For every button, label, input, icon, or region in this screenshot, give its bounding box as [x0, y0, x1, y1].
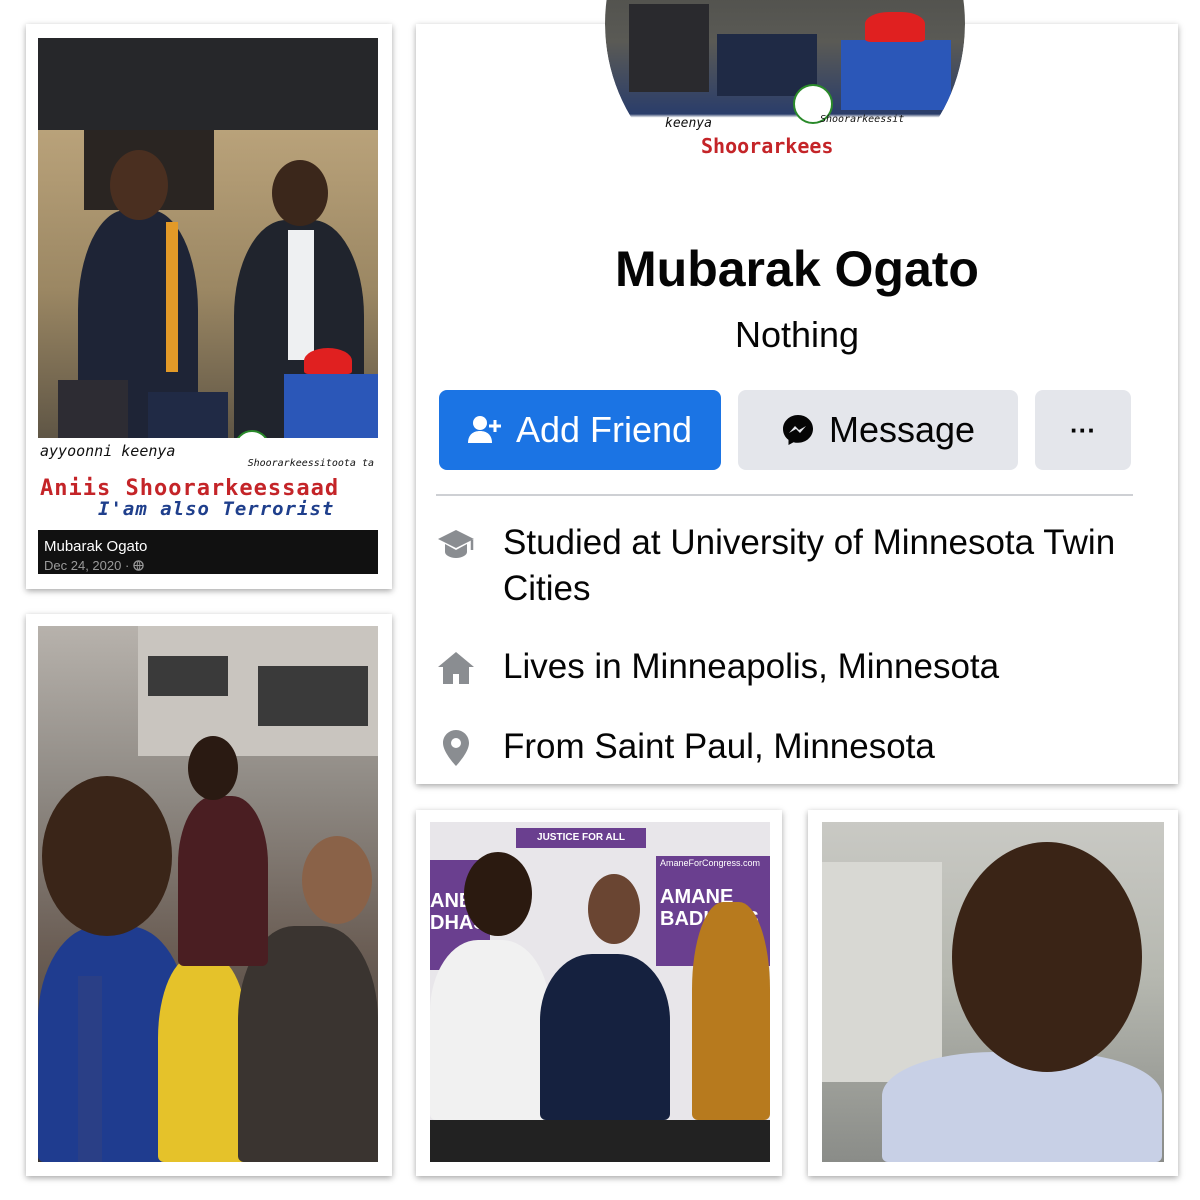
post-caption: Mubarak Ogato Dec 24, 2020 · — [38, 530, 378, 574]
person-back-head — [188, 736, 238, 800]
visibility-separator: · — [124, 558, 130, 573]
banner-line-3: I'am also Terrorist — [98, 498, 335, 520]
post-author-name[interactable]: Mubarak Ogato — [44, 538, 147, 555]
message-label: Message — [828, 409, 976, 450]
add-friend-icon — [467, 415, 502, 445]
post-date[interactable]: Dec 24, 2020 — [44, 558, 121, 573]
more-options-icon: ··· — [1070, 414, 1096, 445]
avatar-text-small: keenya — [665, 116, 712, 131]
profile-name: Mubarak Ogato — [615, 241, 979, 297]
campaign-photo: JUSTICE FOR ALL ANE DHAS AMANE BADHASS A… — [430, 822, 770, 1162]
woman-mustard-hijab — [692, 902, 770, 1120]
selfie-tie — [78, 976, 102, 1162]
post-photo[interactable]: ayyoonni keenya Shoorarkeessitoota ta An… — [38, 38, 378, 574]
divider — [436, 494, 1133, 496]
justice-sign: JUSTICE FOR ALL — [516, 828, 646, 848]
banner-line-1-small: Shoorarkeessitoota ta — [247, 458, 374, 469]
ceiling-panel — [148, 656, 228, 696]
person-yellow-dress — [158, 956, 248, 1162]
profile-card-tile: keenya Shoorarkeessit Shoorarkees Mubara… — [416, 0, 1178, 784]
selfie-photo-tile — [26, 614, 392, 1176]
banner-line-1: ayyoonni keenya — [40, 442, 176, 460]
video-still-tile — [808, 810, 1178, 1176]
person-face — [952, 842, 1142, 1072]
photo-bottom-bar — [430, 1120, 770, 1162]
woman-navy-blazer — [540, 954, 670, 1120]
man-head — [464, 852, 532, 936]
globe-icon — [133, 560, 144, 571]
white-shirt — [288, 230, 314, 360]
add-friend-button[interactable]: Add Friend — [439, 390, 721, 470]
info-current-city-link[interactable]: Minneapolis, Minnesota — [631, 647, 999, 686]
location-pin-icon — [436, 728, 476, 768]
campaign-photo-tile: JUSTICE FOR ALL ANE DHAS AMANE BADHASS A… — [416, 810, 782, 1176]
person-left-head — [110, 150, 168, 220]
info-hometown-prefix: From — [503, 727, 595, 766]
ceiling-panel-2 — [258, 666, 368, 726]
messenger-icon — [781, 413, 815, 447]
site-small: AmaneForCongress.com — [660, 858, 761, 868]
photo-banner: ayyoonni keenya Shoorarkeessitoota ta An… — [38, 438, 378, 530]
info-hometown-link[interactable]: Saint Paul, Minnesota — [594, 727, 934, 766]
red-hat — [304, 348, 352, 374]
post-photo-tile: ayyoonni keenya Shoorarkeessitoota ta An… — [26, 24, 392, 589]
selfie-photo — [38, 626, 378, 1162]
add-friend-label: Add Friend — [515, 409, 693, 450]
selfie-person-head — [42, 776, 172, 936]
info-education-prefix: Studied at — [503, 523, 671, 562]
orange-tie — [166, 222, 178, 372]
avatar-red-hat — [865, 12, 925, 42]
video-still-photo — [822, 822, 1164, 1162]
avatar-image: keenya Shoorarkeessit Shoorarkees — [605, 0, 965, 204]
post-date-line: Dec 24, 2020 · — [44, 558, 144, 573]
home-icon — [436, 648, 476, 688]
window-blinds — [822, 862, 942, 1082]
person-right-head — [302, 836, 372, 924]
message-button[interactable]: Message — [738, 390, 1018, 470]
avatar-text-large: Shoorarkees — [701, 134, 834, 158]
person-right-head — [272, 160, 328, 226]
more-options-button[interactable]: ··· — [1035, 390, 1131, 470]
avatar-inset-3 — [841, 40, 951, 110]
person-back-suit — [178, 796, 268, 966]
man-white-jacket — [430, 940, 550, 1120]
person-checked-shirt — [882, 1052, 1162, 1162]
graduation-cap-icon — [436, 524, 476, 564]
photo-top-bar — [38, 38, 378, 130]
avatar-text-small-2: Shoorarkeessit — [820, 114, 905, 125]
profile-avatar[interactable]: keenya Shoorarkeessit Shoorarkees — [605, 0, 965, 204]
profile-bio: Nothing — [734, 314, 860, 355]
info-current-city-prefix: Lives in — [503, 647, 632, 686]
woman-head — [588, 874, 640, 944]
avatar-inset-1 — [629, 4, 709, 92]
